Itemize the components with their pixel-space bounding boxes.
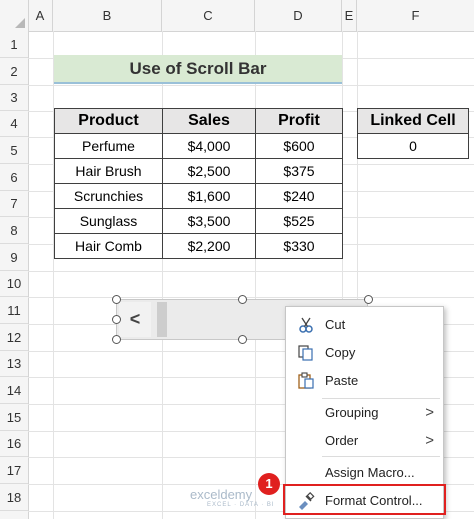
linked-cell-value[interactable]: 0 (357, 133, 469, 159)
table-row: Perfume $4,000 $600 (54, 133, 343, 159)
column-header-a[interactable]: A (28, 0, 53, 31)
resize-handle-bottom-center[interactable] (238, 335, 247, 344)
watermark-logo: exceldemy EXCEL · DATA · BI (190, 487, 274, 508)
column-header-c[interactable]: C (162, 0, 255, 31)
row-header-13[interactable]: 13 (0, 351, 28, 377)
cell-profit[interactable]: $240 (255, 183, 343, 209)
row-header-2[interactable]: 2 (0, 58, 28, 85)
row-header-15[interactable]: 15 (0, 404, 28, 431)
cell-product[interactable]: Hair Comb (54, 233, 163, 259)
column-header-b[interactable]: B (53, 0, 162, 31)
menu-item-paste[interactable]: Paste (286, 368, 443, 394)
column-header-d[interactable]: D (255, 0, 342, 31)
resize-handle-top-center[interactable] (238, 295, 247, 304)
row-header-17[interactable]: 17 (0, 457, 28, 484)
paste-icon (296, 372, 316, 390)
row-header-10[interactable]: 10 (0, 271, 28, 297)
column-header-bar: A B C D E F (0, 0, 474, 32)
cell-sales[interactable]: $1,600 (162, 183, 256, 209)
resize-handle-top-left[interactable] (112, 295, 121, 304)
row-header-6[interactable]: 6 (0, 164, 28, 191)
column-header-e[interactable]: E (342, 0, 357, 31)
scroll-left-button[interactable]: < (119, 302, 151, 337)
chevron-left-icon: < (129, 309, 141, 329)
format-control-highlight (283, 484, 446, 515)
row-header-18[interactable]: 18 (0, 484, 28, 511)
copy-icon (296, 344, 316, 362)
row-header-14[interactable]: 14 (0, 377, 28, 404)
table-header-row: Product Sales Profit (54, 108, 343, 134)
resize-handle-middle-left[interactable] (112, 315, 121, 324)
row-header-3[interactable]: 3 (0, 85, 28, 111)
cell-profit[interactable]: $525 (255, 208, 343, 234)
menu-item-copy[interactable]: Copy (286, 340, 443, 366)
table-row: Sunglass $3,500 $525 (54, 208, 343, 234)
row-header-12[interactable]: 12 (0, 324, 28, 351)
header-sales[interactable]: Sales (162, 108, 256, 134)
watermark-tagline: EXCEL · DATA · BI (207, 502, 275, 508)
sheet-title[interactable]: Use of Scroll Bar (54, 55, 342, 84)
row-header-16[interactable]: 16 (0, 431, 28, 457)
select-all-corner[interactable] (0, 0, 29, 31)
cell-product[interactable]: Hair Brush (54, 158, 163, 184)
scissors-icon (296, 316, 316, 334)
header-product[interactable]: Product (54, 108, 163, 134)
menu-separator (322, 398, 440, 399)
cell-sales[interactable]: $2,500 (162, 158, 256, 184)
menu-item-grouping[interactable]: Grouping > (286, 400, 443, 426)
cell-sales[interactable]: $2,200 (162, 233, 256, 259)
cell-profit[interactable]: $600 (255, 133, 343, 159)
table-row: Scrunchies $1,600 $240 (54, 183, 343, 209)
row-header-5[interactable]: 5 (0, 137, 28, 164)
product-table: Product Sales Profit Perfume $4,000 $600… (54, 108, 343, 259)
row-header-7[interactable]: 7 (0, 191, 28, 217)
cell-product[interactable]: Scrunchies (54, 183, 163, 209)
column-header-f[interactable]: F (357, 0, 474, 31)
scroll-thumb[interactable] (157, 302, 167, 337)
menu-item-order[interactable]: Order > (286, 428, 443, 454)
menu-item-assign-macro[interactable]: Assign Macro... (286, 460, 443, 486)
linked-cell-header[interactable]: Linked Cell (357, 108, 469, 134)
row-header-4[interactable]: 4 (0, 111, 28, 137)
cell-profit[interactable]: $330 (255, 233, 343, 259)
watermark-name: exceldemy (190, 487, 253, 502)
chevron-right-icon: > (425, 404, 434, 421)
cell-profit[interactable]: $375 (255, 158, 343, 184)
table-row: Hair Brush $2,500 $375 (54, 158, 343, 184)
resize-handle-top-right[interactable] (364, 295, 373, 304)
row-header-8[interactable]: 8 (0, 217, 28, 244)
resize-handle-bottom-left[interactable] (112, 335, 121, 344)
menu-separator (322, 456, 440, 457)
row-header-1[interactable]: 1 (0, 31, 28, 58)
header-profit[interactable]: Profit (255, 108, 343, 134)
table-row: Hair Comb $2,200 $330 (54, 233, 343, 259)
cell-product[interactable]: Perfume (54, 133, 163, 159)
linked-cell-table: Linked Cell 0 (357, 108, 469, 159)
row-header-11[interactable]: 11 (0, 297, 28, 324)
cell-product[interactable]: Sunglass (54, 208, 163, 234)
menu-item-cut[interactable]: Cut (286, 312, 443, 338)
chevron-right-icon: > (425, 432, 434, 449)
cell-sales[interactable]: $3,500 (162, 208, 256, 234)
step-badge: 1 (258, 473, 280, 495)
cell-sales[interactable]: $4,000 (162, 133, 256, 159)
row-header-9[interactable]: 9 (0, 244, 28, 271)
row-header-bar: 1 2 3 4 5 6 7 8 9 10 11 12 13 14 15 16 1… (0, 31, 29, 519)
